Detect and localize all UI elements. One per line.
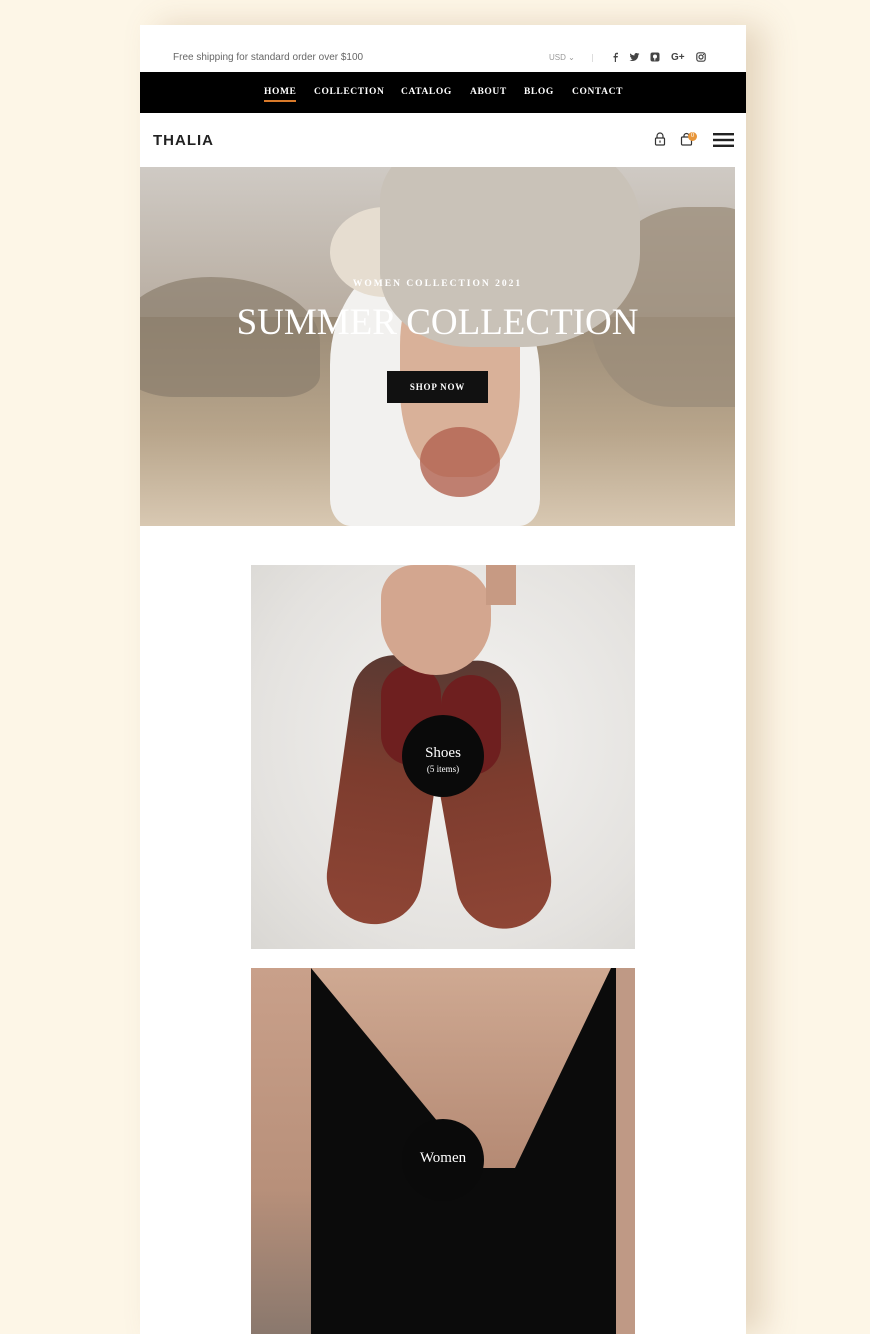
category-name: Women (419, 1150, 467, 1166)
pinterest-icon[interactable] (650, 52, 660, 65)
facebook-icon[interactable] (611, 52, 619, 65)
main-nav: HOME COLLECTION CATALOG ABOUT BLOG CONTA… (140, 72, 746, 113)
twitter-icon[interactable] (629, 52, 640, 65)
nav-item-about[interactable]: ABOUT (470, 87, 507, 97)
nav-item-contact[interactable]: CONTACT (572, 87, 623, 97)
hero-subtitle: WOMEN COLLECTION 2021 (352, 279, 523, 289)
top-info-bar: Free shipping for standard order over $1… (140, 25, 746, 72)
page-frame: Free shipping for standard order over $1… (140, 25, 746, 1334)
lock-icon[interactable] (654, 132, 666, 151)
site-logo[interactable]: THALIA (153, 132, 214, 149)
chevron-down-icon: ⌄ (568, 53, 575, 62)
shoes-image (381, 565, 491, 675)
shipping-notice: Free shipping for standard order over $1… (173, 52, 364, 63)
cart-count-badge: 0 (688, 132, 697, 141)
category-card-women[interactable]: Women (251, 968, 635, 1334)
nav-item-blog[interactable]: BLOG (524, 87, 554, 97)
site-header: THALIA 0 (140, 113, 746, 167)
category-label-women[interactable]: Women (402, 1119, 484, 1201)
category-name: Shoes (425, 745, 461, 761)
google-plus-icon[interactable]: G+ (671, 52, 685, 63)
category-count: (5 items) (426, 764, 460, 774)
instagram-icon[interactable] (696, 52, 706, 65)
currency-label: USD (549, 53, 566, 62)
hero-banner: WOMEN COLLECTION 2021 SUMMER COLLECTION … (140, 167, 735, 526)
women-image (251, 968, 311, 1334)
nav-item-home[interactable]: HOME (264, 87, 297, 102)
nav-item-collection[interactable]: COLLECTION (314, 87, 384, 97)
divider (592, 54, 593, 62)
menu-icon[interactable] (713, 133, 734, 152)
nav-item-catalog[interactable]: CATALOG (401, 87, 452, 97)
category-card-shoes[interactable]: Shoes (5 items) (251, 565, 635, 949)
category-label-shoes[interactable]: Shoes (5 items) (402, 715, 484, 797)
hero-title: SUMMER COLLECTION (236, 302, 639, 343)
shop-now-button[interactable]: SHOP NOW (387, 371, 488, 403)
currency-selector[interactable]: USD ⌄ (549, 53, 575, 62)
